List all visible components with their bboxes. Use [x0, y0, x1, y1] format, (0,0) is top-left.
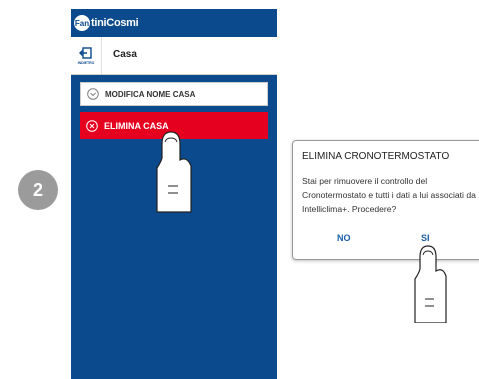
tap-hand-icon — [414, 245, 447, 323]
subheader: INDIETRO Casa — [71, 37, 277, 75]
dialog-title: ELIMINA CRONOTERMOSTATO — [302, 151, 450, 162]
delete-thermostat-dialog: ELIMINA CRONOTERMOSTATO Stai per rimuove… — [292, 140, 479, 260]
rename-house-label: MODIFICA NOME CASA — [105, 89, 196, 99]
delete-house-label: ELIMINA CASA — [104, 120, 169, 131]
house-title: Casa — [113, 49, 137, 60]
chevron-down-icon — [87, 88, 99, 100]
no-button[interactable]: NO — [337, 233, 351, 243]
back-label: INDIETRO — [77, 61, 95, 65]
yes-button[interactable]: SI — [421, 233, 430, 243]
dialog-message: Stai per rimuovere il controllo del Cron… — [302, 176, 476, 214]
tap-hand-icon — [156, 131, 192, 213]
fantini-cosmi-logo: Fan tiniCosmi — [74, 14, 139, 32]
logo-badge: Fan — [74, 15, 90, 31]
logo-text: tiniCosmi — [91, 17, 139, 29]
back-button[interactable]: INDIETRO — [71, 37, 102, 74]
back-arrow-icon — [79, 47, 92, 59]
app-header: Fan tiniCosmi — [71, 9, 277, 37]
close-circle-icon — [86, 119, 98, 132]
step-number-badge: 2 — [18, 170, 58, 210]
rename-house-button[interactable]: MODIFICA NOME CASA — [80, 82, 268, 106]
